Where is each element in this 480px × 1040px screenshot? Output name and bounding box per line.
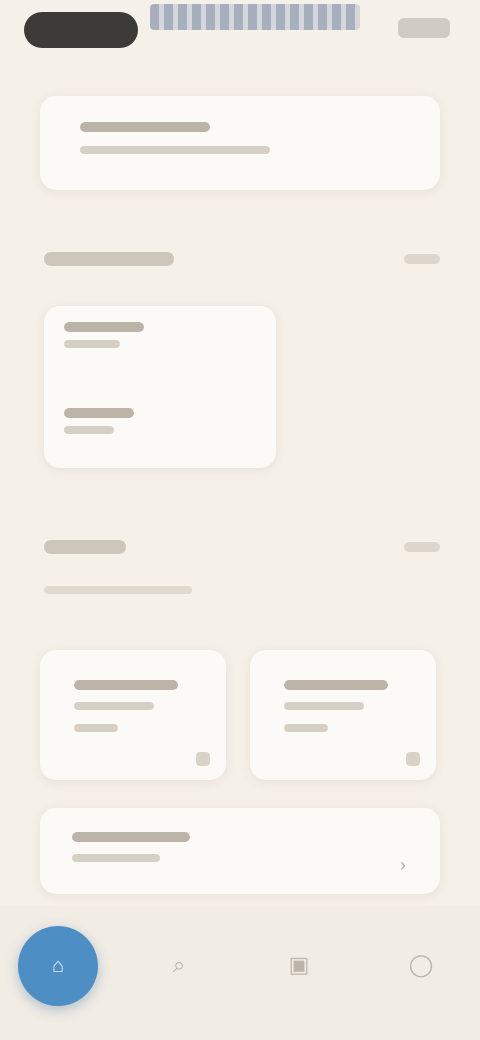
section-header-2 [44, 536, 440, 560]
tile-subtitle [74, 702, 154, 710]
section-title-2 [44, 540, 126, 554]
top-card[interactable] [40, 96, 440, 190]
tile-caption [74, 724, 118, 732]
section-header-1 [44, 248, 440, 272]
tile-card-2[interactable] [250, 650, 436, 780]
section-title-1 [44, 252, 174, 266]
status-pill [24, 12, 138, 48]
nav-home-button[interactable]: ⌂ [18, 926, 98, 1006]
status-icons [398, 18, 450, 38]
bag-icon[interactable]: ▣ [284, 950, 314, 980]
tile-title [284, 680, 388, 690]
tile-caption [284, 724, 328, 732]
tile-card-1[interactable] [40, 650, 226, 780]
recent-card-title [64, 322, 144, 332]
bottom-nav: ⌂ ⌕ ▣ ◯ [0, 906, 480, 1040]
see-all-link-1[interactable] [404, 254, 440, 264]
top-card-subtitle [80, 146, 270, 154]
tile-corner-icon [196, 752, 210, 766]
profile-icon[interactable]: ◯ [406, 950, 436, 980]
see-all-link-2[interactable] [404, 542, 440, 552]
tile-title [74, 680, 178, 690]
recent-card-caption [64, 426, 114, 434]
recent-card[interactable] [44, 306, 276, 468]
wide-card-title [72, 832, 190, 842]
home-icon: ⌂ [51, 955, 65, 977]
recent-card-value [64, 408, 134, 418]
wide-card-subtitle [72, 854, 160, 862]
chevron-right-icon: › [400, 855, 406, 875]
wide-card[interactable]: › [40, 808, 440, 894]
search-icon[interactable]: ⌕ [164, 950, 194, 980]
status-bar [0, 0, 480, 64]
recent-card-subtitle [64, 340, 120, 348]
section-subtitle-2 [44, 586, 192, 594]
tile-subtitle [284, 702, 364, 710]
top-card-title [80, 122, 210, 132]
status-strip [150, 4, 360, 30]
tile-corner-icon [406, 752, 420, 766]
